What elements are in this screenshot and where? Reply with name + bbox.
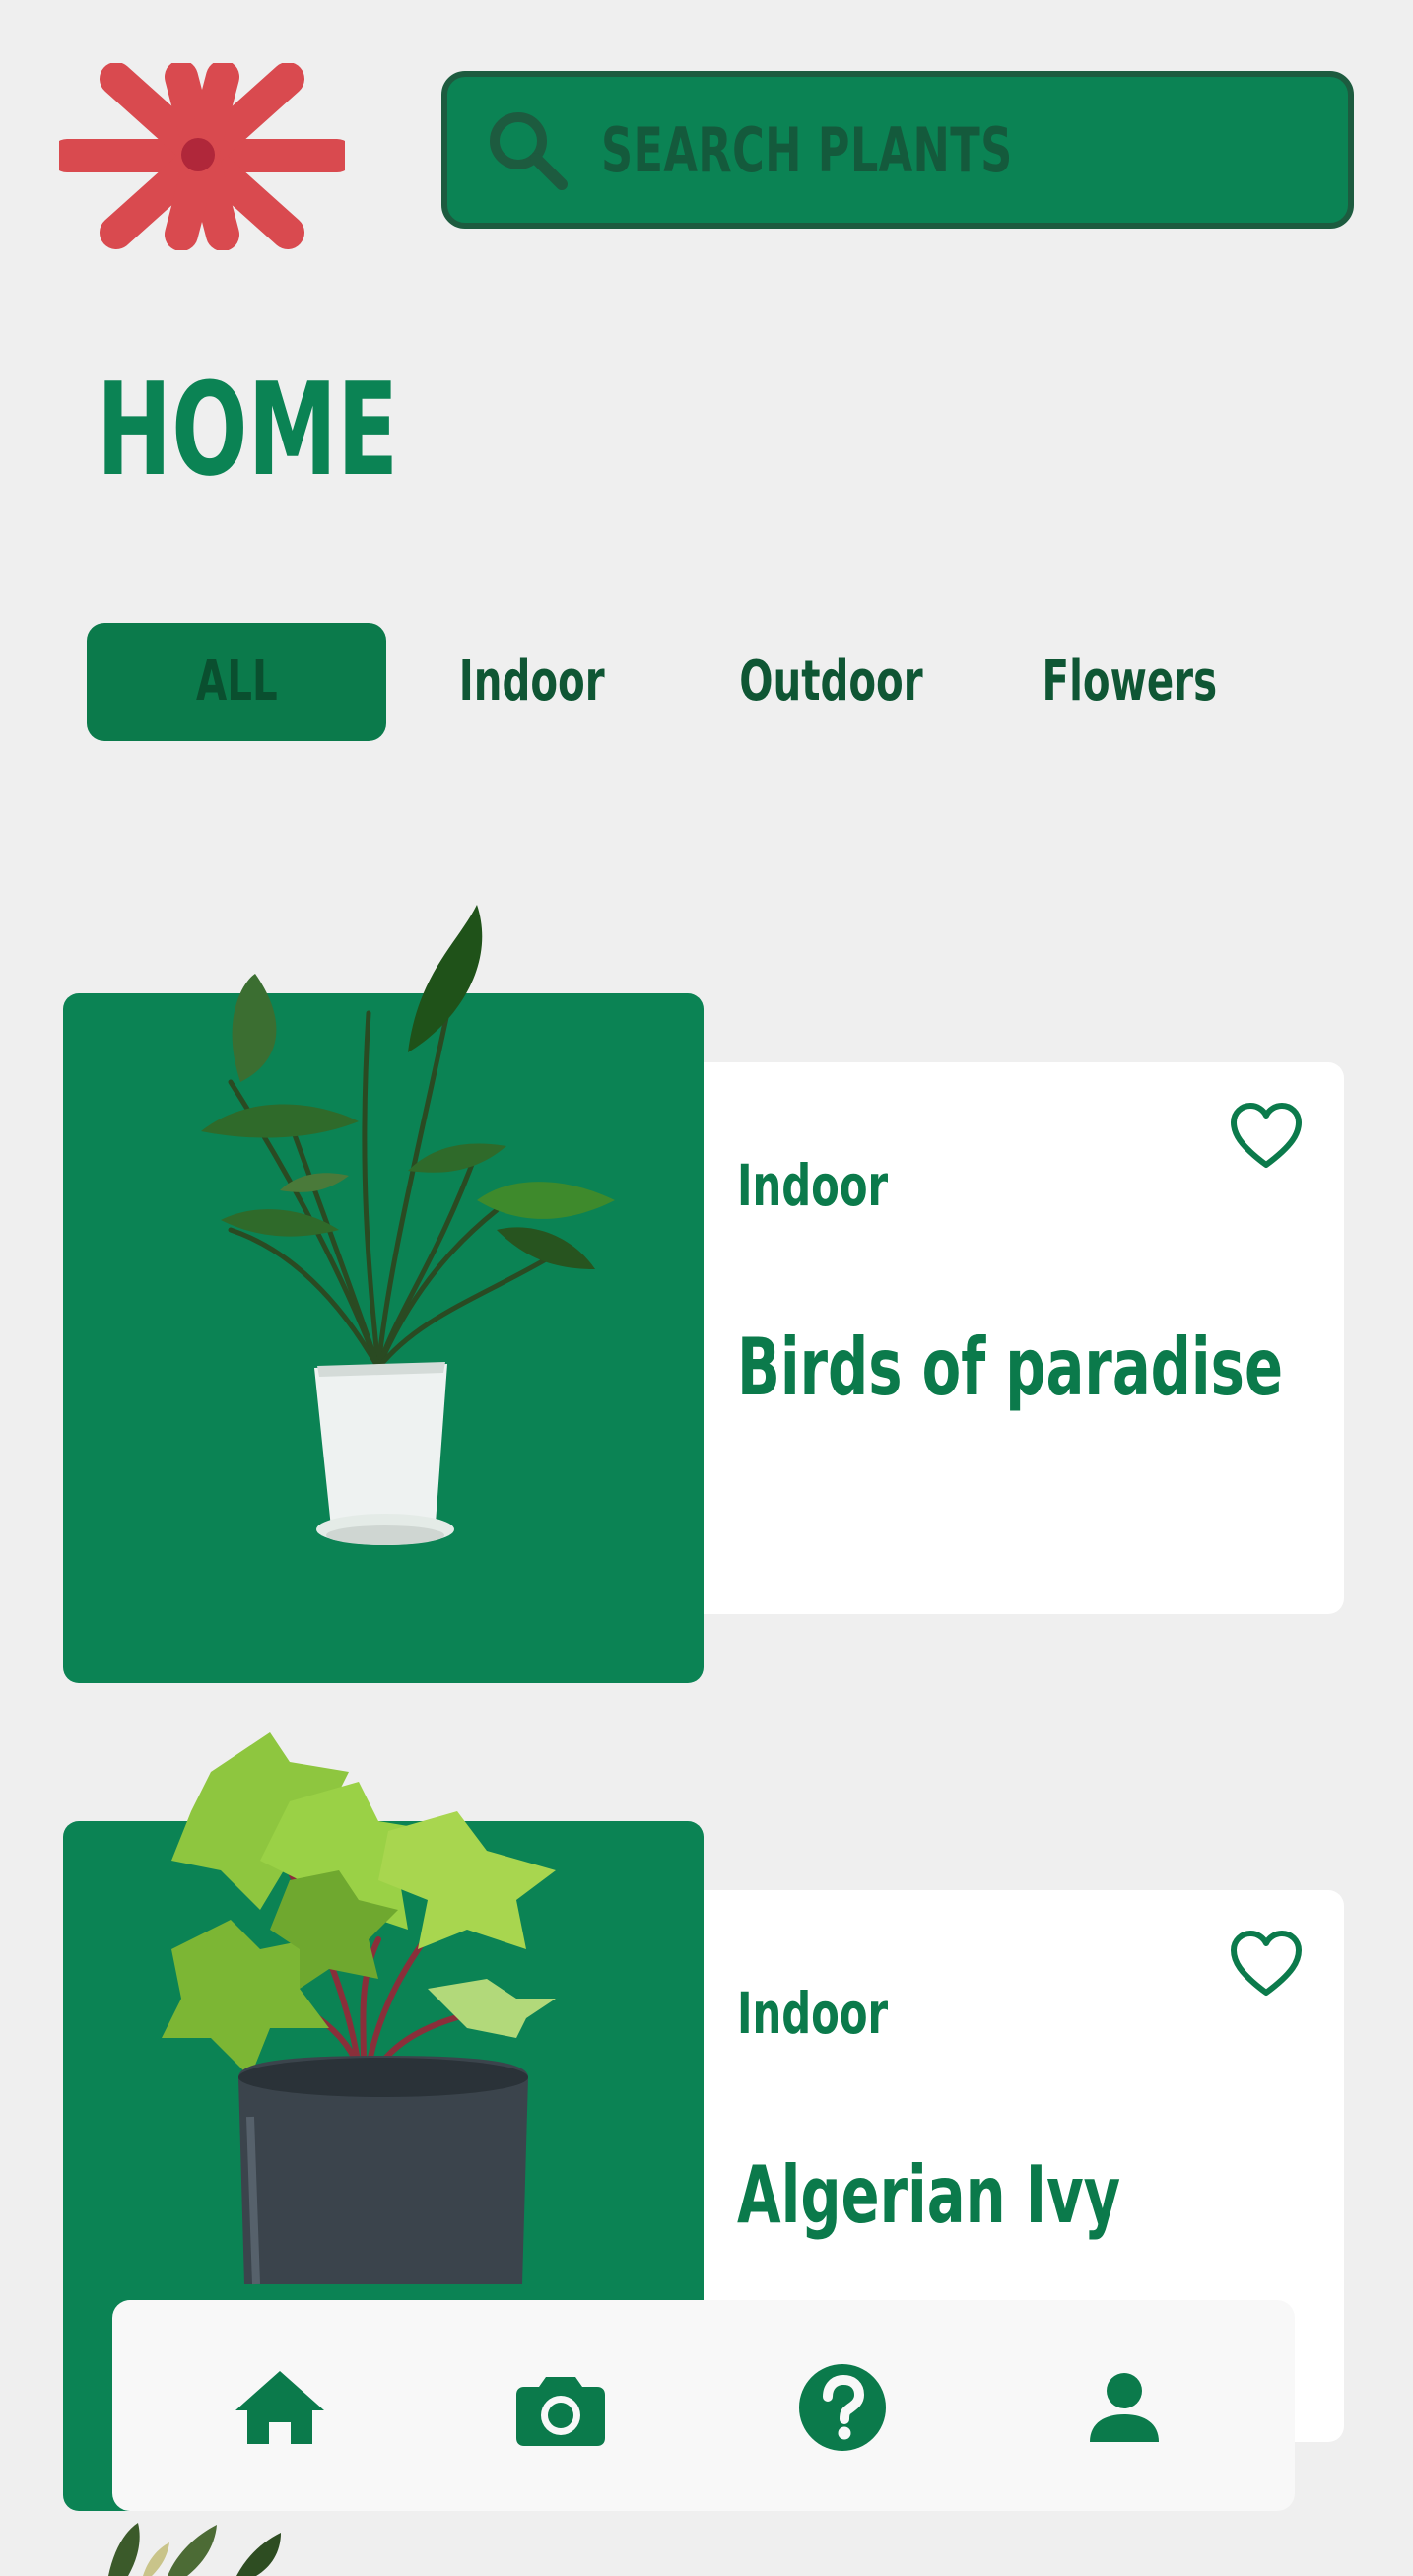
bird-of-paradise-plant-image — [201, 905, 615, 1545]
tab-indoor[interactable]: Indoor — [382, 623, 682, 741]
plant-photo — [63, 905, 704, 1683]
camera-icon — [516, 2377, 605, 2446]
nav-help[interactable] — [788, 2353, 897, 2462]
logo-icon — [59, 63, 345, 250]
tab-all[interactable]: ALL — [87, 623, 386, 741]
plant-app: HOME ALL Indoor Outdoor Flowers — [0, 0, 1413, 2576]
tab-flowers[interactable]: Flowers — [979, 623, 1279, 741]
tab-label: Indoor — [459, 649, 605, 713]
bottom-nav — [112, 2300, 1295, 2511]
help-icon — [799, 2364, 886, 2451]
tab-label: Outdoor — [738, 649, 923, 713]
search-input[interactable] — [601, 77, 1098, 223]
tab-outdoor[interactable]: Outdoor — [681, 623, 980, 741]
home-icon — [236, 2371, 324, 2444]
plant-card[interactable]: Indoor Algerian Ivy — [63, 1703, 1344, 2511]
tab-label: Flowers — [1042, 649, 1217, 713]
next-plant-image-peek — [108, 2523, 281, 2576]
plant-category: Indoor — [737, 1152, 889, 1219]
nav-camera[interactable] — [506, 2353, 615, 2462]
plant-name: Birds of paradise — [737, 1322, 1284, 1413]
heart-icon[interactable] — [1230, 1930, 1303, 1999]
page-title: HOME — [97, 355, 399, 505]
search-icon — [490, 112, 568, 190]
plant-category: Indoor — [737, 1980, 889, 2047]
plant-name: Algerian Ivy — [737, 2149, 1121, 2241]
plant-card[interactable]: Indoor Birds of paradise — [63, 875, 1344, 1683]
nav-home[interactable] — [226, 2353, 334, 2462]
category-tabs: ALL Indoor Outdoor Flowers — [87, 623, 1318, 741]
nav-profile[interactable] — [1070, 2353, 1178, 2462]
plant-info-panel: Indoor Birds of paradise — [704, 1062, 1344, 1614]
profile-icon — [1090, 2373, 1159, 2442]
heart-icon[interactable] — [1230, 1102, 1303, 1171]
tab-label: ALL — [195, 649, 278, 713]
search-bar[interactable] — [441, 71, 1354, 229]
